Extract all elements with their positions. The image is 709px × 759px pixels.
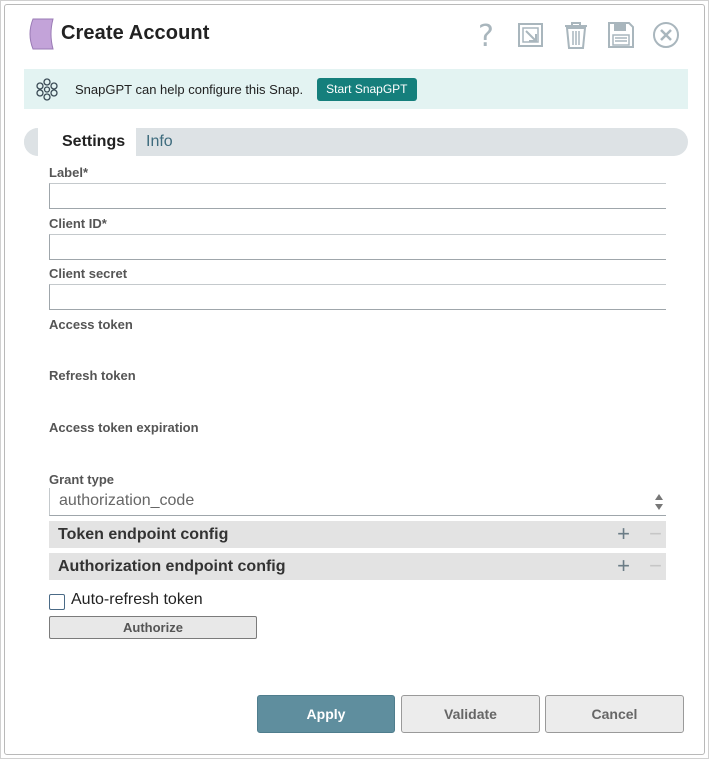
grant-type-value: authorization_code [59,492,195,509]
tab-settings[interactable]: Settings [24,128,136,156]
access-token-label: Access token [49,317,133,332]
snapgpt-banner: SnapGPT can help configure this Snap. St… [24,69,688,109]
start-snapgpt-button[interactable]: Start SnapGPT [317,77,417,101]
authorization-endpoint-config-label: Authorization endpoint config [58,558,286,575]
authorization-endpoint-config-section: Authorization endpoint config + − [49,553,666,580]
tab-info[interactable]: Info [146,133,173,151]
token-endpoint-add-button[interactable]: + [617,523,630,545]
authorization-endpoint-add-button[interactable]: + [617,555,630,577]
validate-button[interactable]: Validate [401,695,540,733]
create-account-dialog: Create Account ? SnapGPT can help config… [4,4,705,755]
close-icon[interactable] [643,17,688,53]
token-endpoint-config-label: Token endpoint config [58,526,229,543]
client-id-field-label: Client ID* [49,216,107,231]
snapgpt-banner-text: SnapGPT can help configure this Snap. [75,81,304,97]
cancel-button[interactable]: Cancel [545,695,684,733]
grant-type-label: Grant type [49,472,115,487]
snapgpt-icon [36,78,58,101]
auto-refresh-label: Auto-refresh token [71,591,203,608]
snap-type-icon [29,18,54,50]
auto-refresh-checkbox[interactable] [49,594,65,610]
client-id-input[interactable] [49,234,666,260]
apply-button[interactable]: Apply [257,695,395,733]
tab-settings-label: Settings [62,133,126,150]
tab-bar: Settings Info [24,128,688,156]
label-field-label: Label* [49,165,89,180]
header-toolbar: ? [463,17,688,53]
trash-icon[interactable] [553,17,598,53]
save-icon[interactable] [598,17,643,53]
refresh-token-label: Refresh token [49,368,136,383]
authorization-endpoint-remove-button[interactable]: − [649,555,662,577]
client-secret-field-label: Client secret [49,266,128,281]
grant-type-select[interactable]: authorization_code [49,488,666,516]
dialog-title: Create Account [61,22,210,44]
token-endpoint-remove-button[interactable]: − [649,523,662,545]
access-token-expiration-label: Access token expiration [49,420,199,435]
help-icon[interactable]: ? [463,17,508,53]
client-secret-input[interactable] [49,284,666,310]
token-endpoint-config-section: Token endpoint config + − [49,521,666,548]
export-icon[interactable] [508,17,553,53]
label-input[interactable] [49,183,666,209]
authorize-button[interactable]: Authorize [49,616,257,639]
svg-text:?: ? [478,20,494,50]
select-arrows-icon [655,494,663,510]
